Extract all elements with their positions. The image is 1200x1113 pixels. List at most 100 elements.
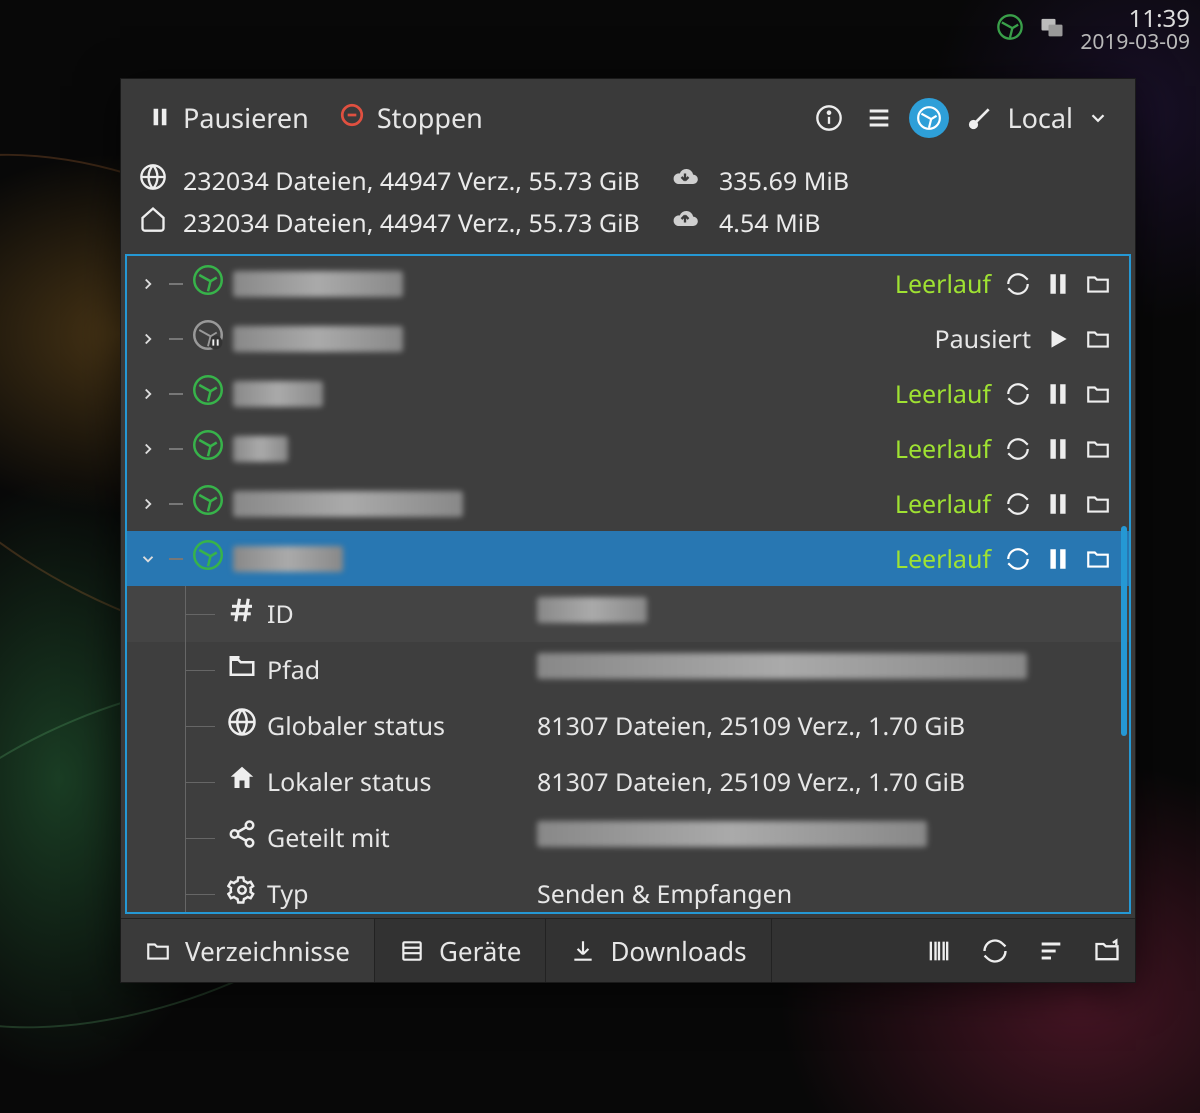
local-status-text: 232034 Dateien, 44947 Verz., 55.73 GiB	[183, 206, 663, 240]
pause-button[interactable]: Pausieren	[139, 93, 319, 142]
global-status-text: 232034 Dateien, 44947 Verz., 55.73 GiB	[183, 164, 663, 198]
folder-sync-icon	[193, 430, 223, 468]
pause-folder-icon[interactable]	[1045, 546, 1071, 572]
folder-name-redacted	[233, 546, 343, 572]
open-folder-icon[interactable]	[1085, 326, 1111, 352]
pause-folder-icon[interactable]	[1045, 271, 1071, 297]
tab-folders-label: Verzeichnisse	[185, 933, 350, 969]
detail-label: Lokaler status	[267, 765, 537, 799]
expand-toggle[interactable]	[139, 487, 159, 521]
folder-detail-row: Globaler status 81307 Dateien, 25109 Ver…	[127, 698, 1129, 754]
system-tray: 11:39 2019-03-09	[982, 0, 1200, 59]
folder-status-text: Leerlauf	[895, 542, 991, 576]
detail-label: Typ	[267, 877, 537, 911]
detail-label: ID	[267, 597, 537, 631]
tab-downloads[interactable]: Downloads	[546, 919, 771, 982]
info-button[interactable]	[809, 98, 849, 138]
detail-value	[537, 821, 1111, 855]
folder-row[interactable]: Leerlauf	[127, 366, 1129, 421]
bottom-tabbar: Verzeichnisse Geräte Downloads	[121, 918, 1135, 982]
menu-button[interactable]	[859, 98, 899, 138]
toolbar: Pausieren Stoppen Local	[121, 79, 1135, 156]
folder-detail-row: ID	[127, 586, 1129, 642]
folder-detail-row: Geteilt mit	[127, 810, 1129, 866]
folder-name-redacted	[233, 381, 323, 407]
folder-name-redacted	[233, 271, 403, 297]
folder-detail-row: Lokaler status 81307 Dateien, 25109 Verz…	[127, 754, 1129, 810]
rescan-icon[interactable]	[1005, 381, 1031, 407]
rescan-icon[interactable]	[1005, 271, 1031, 297]
clock-date: 2019-03-09	[1080, 31, 1190, 53]
stop-icon	[339, 99, 365, 136]
open-folder-icon[interactable]	[1085, 271, 1111, 297]
rescan-icon[interactable]	[1005, 546, 1031, 572]
open-folder-icon[interactable]	[1085, 381, 1111, 407]
open-folder-icon[interactable]	[1085, 491, 1111, 517]
pause-folder-icon[interactable]	[1045, 436, 1071, 462]
expand-toggle[interactable]	[139, 432, 159, 466]
folder-row[interactable]: Leerlauf	[127, 421, 1129, 476]
detail-value: 81307 Dateien, 25109 Verz., 1.70 GiB	[537, 709, 1111, 743]
log-button[interactable]	[1023, 919, 1079, 982]
folder-tree: Leerlauf Pausiert Leerlauf	[125, 254, 1131, 914]
pause-icon	[149, 99, 171, 136]
network-tray-icon[interactable]	[1038, 13, 1066, 46]
expand-toggle[interactable]	[139, 267, 159, 301]
open-folder-icon[interactable]	[1085, 436, 1111, 462]
detail-value	[537, 597, 1111, 631]
folder-name-redacted	[233, 491, 463, 517]
scrollbar-thumb[interactable]	[1121, 526, 1127, 736]
rescan-button[interactable]	[967, 919, 1023, 982]
syncthing-tray-icon[interactable]	[996, 13, 1024, 46]
resume-icon[interactable]	[1045, 326, 1071, 352]
clock[interactable]: 11:39 2019-03-09	[1080, 6, 1190, 53]
device-selector[interactable]: Local	[959, 95, 1117, 140]
folder-row[interactable]: Leerlauf	[127, 531, 1129, 586]
folder-name-redacted	[233, 326, 403, 352]
pause-folder-icon[interactable]	[1045, 491, 1071, 517]
syncthing-tray-window: Pausieren Stoppen Local 232034 Dateien,	[120, 78, 1136, 983]
rescan-icon[interactable]	[1005, 436, 1031, 462]
detail-value: Senden & Empfangen	[537, 877, 1111, 911]
globe-icon	[139, 163, 175, 199]
detail-icon	[227, 763, 267, 801]
tab-folders[interactable]: Verzeichnisse	[121, 919, 375, 982]
folder-status-text: Leerlauf	[895, 377, 991, 411]
uploaded-text: 4.54 MiB	[719, 206, 1117, 240]
expand-toggle[interactable]	[139, 542, 159, 576]
folder-row[interactable]: Leerlauf	[127, 476, 1129, 531]
status-summary: 232034 Dateien, 44947 Verz., 55.73 GiB 3…	[121, 156, 1135, 252]
detail-icon	[227, 595, 267, 633]
syncthing-web-button[interactable]	[909, 98, 949, 138]
detail-label: Geteilt mit	[267, 821, 537, 855]
stop-button[interactable]: Stoppen	[329, 93, 493, 142]
folder-detail-row: Pfad	[127, 642, 1129, 698]
detail-icon	[227, 819, 267, 857]
cloud-download-icon	[671, 163, 711, 199]
detail-label: Pfad	[267, 653, 537, 687]
pause-folder-icon[interactable]	[1045, 381, 1071, 407]
expand-toggle[interactable]	[139, 322, 159, 356]
folder-status-text: Leerlauf	[895, 267, 991, 301]
open-folder-icon[interactable]	[1085, 546, 1111, 572]
folder-row[interactable]: Leerlauf	[127, 256, 1129, 311]
device-selector-label: Local	[1007, 99, 1073, 136]
tab-devices[interactable]: Geräte	[375, 919, 546, 982]
rescan-icon[interactable]	[1005, 491, 1031, 517]
detail-value: 81307 Dateien, 25109 Verz., 1.70 GiB	[537, 765, 1111, 799]
folder-status-text: Pausiert	[935, 322, 1031, 356]
folder-sync-icon	[193, 320, 223, 358]
open-folder-button[interactable]	[1079, 919, 1135, 982]
cloud-upload-icon	[671, 205, 711, 241]
folder-row[interactable]: Pausiert	[127, 311, 1129, 366]
folder-status-text: Leerlauf	[895, 432, 991, 466]
expand-toggle[interactable]	[139, 377, 159, 411]
detail-label: Globaler status	[267, 709, 537, 743]
barcode-button[interactable]	[911, 919, 967, 982]
local-status-row: 232034 Dateien, 44947 Verz., 55.73 GiB 4…	[139, 202, 1117, 244]
tab-downloads-label: Downloads	[610, 933, 746, 969]
downloaded-text: 335.69 MiB	[719, 164, 1117, 198]
stop-button-label: Stoppen	[377, 99, 483, 136]
folder-detail-row: Typ Senden & Empfangen	[127, 866, 1129, 914]
detail-value	[537, 653, 1111, 687]
